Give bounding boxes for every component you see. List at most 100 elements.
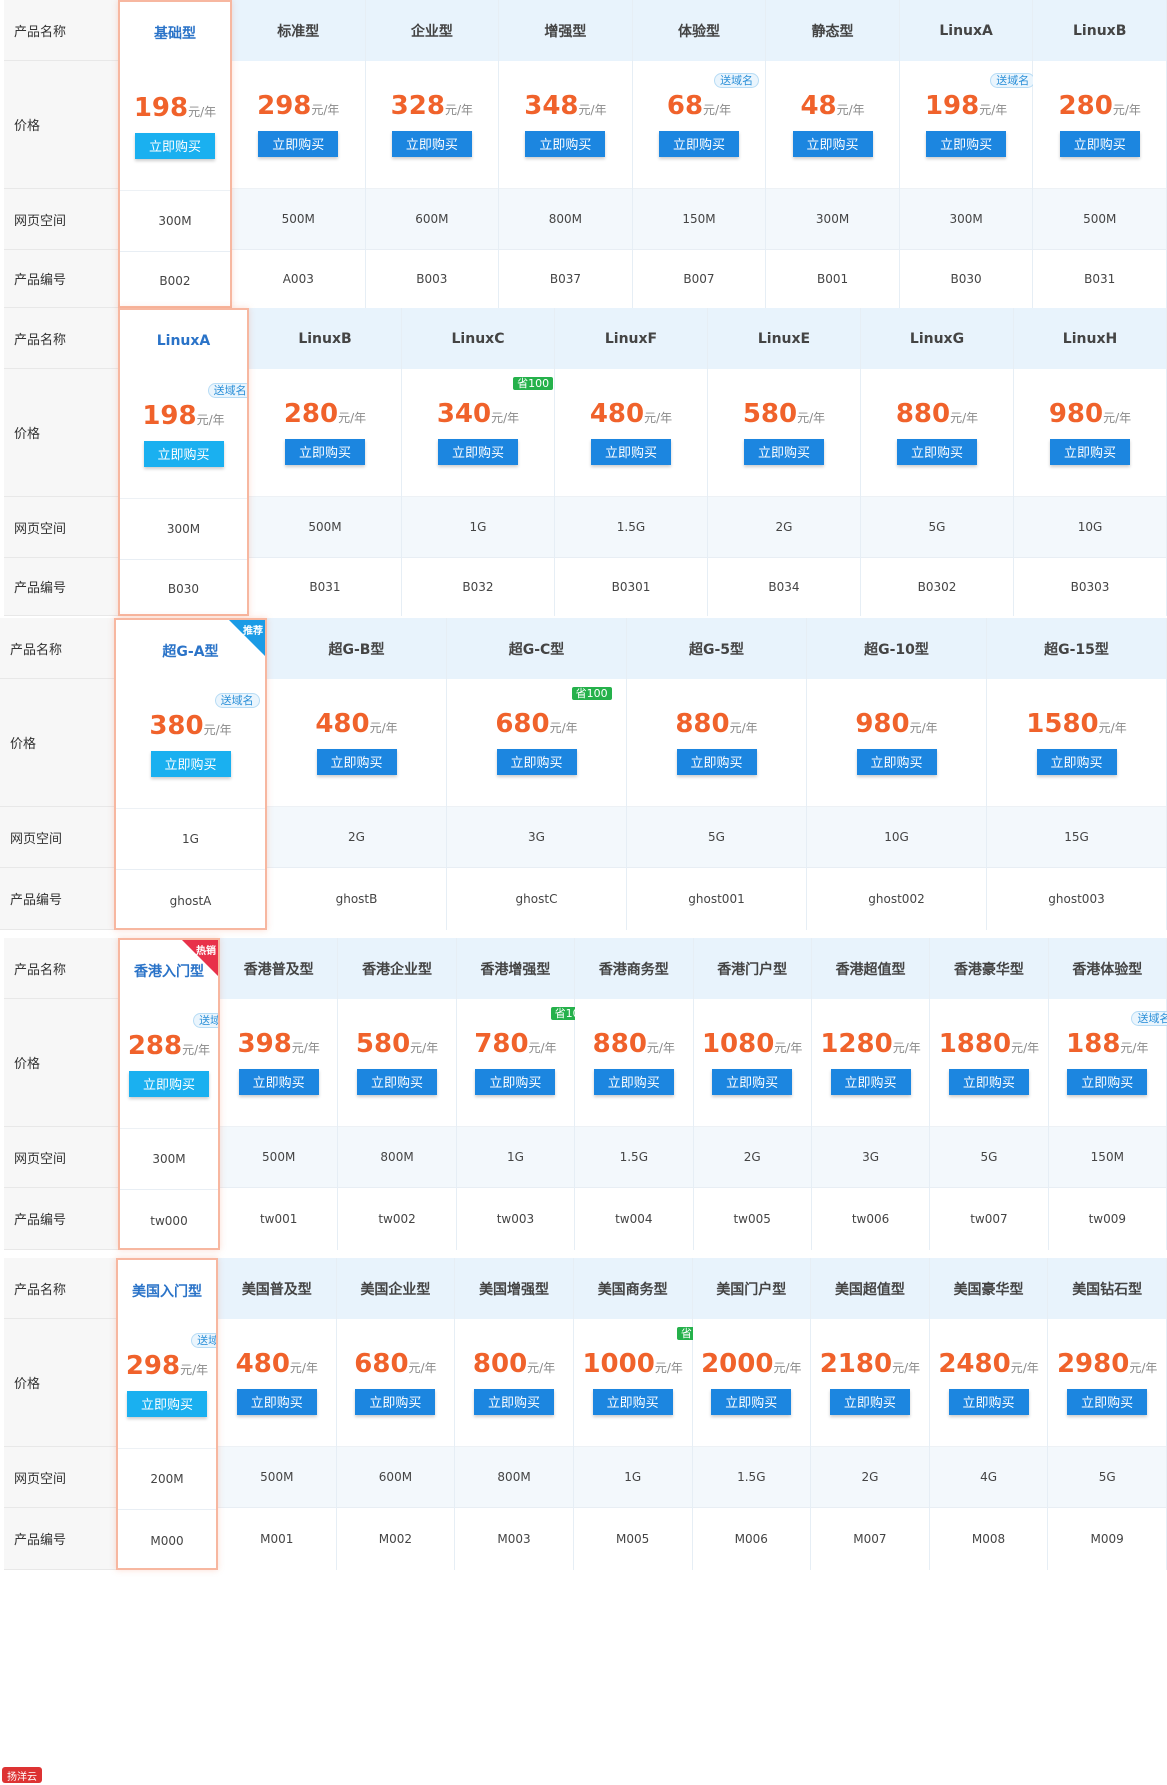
price-unit: 元/年: [338, 410, 367, 425]
price-amount: 880: [592, 1028, 647, 1059]
product-name: 香港企业型: [338, 938, 456, 999]
buy-now-button[interactable]: 立即购买: [127, 1390, 207, 1417]
buy-now-button[interactable]: 立即购买: [135, 132, 215, 159]
web-space-value: 5G: [1048, 1447, 1166, 1508]
buy-now-button[interactable]: 立即购买: [285, 438, 365, 465]
price-unit: 元/年: [527, 1360, 556, 1375]
buy-now-button[interactable]: 立即购买: [829, 1388, 910, 1415]
price-amount: 2980: [1056, 1348, 1130, 1379]
product-name: 超G-B型: [267, 618, 446, 679]
buy-now-button[interactable]: 立即购买: [1036, 748, 1117, 775]
price-value: 880元/年: [593, 1031, 675, 1057]
buy-now-button[interactable]: 立即购买: [258, 130, 339, 157]
price-value: 580元/年: [356, 1031, 438, 1057]
product-name: 企业型: [365, 0, 499, 61]
price-amount: 398: [237, 1028, 292, 1059]
buy-now-button[interactable]: 立即购买: [474, 1388, 555, 1415]
buy-now-button[interactable]: 立即购买: [357, 1068, 438, 1095]
product-column: 香港豪华型 1880元/年 立即购买 5G tw007: [930, 938, 1049, 1250]
buy-now-button[interactable]: 立即购买: [948, 1068, 1029, 1095]
product-code: B0303: [1014, 558, 1166, 616]
product-column: LinuxF 480元/年 立即购买 1.5G B0301: [555, 308, 708, 616]
price-cell: 800元/年 立即购买: [455, 1319, 573, 1447]
price-unit: 元/年: [578, 102, 607, 117]
buy-now-button[interactable]: 立即购买: [948, 1388, 1029, 1415]
price-unit: 元/年: [979, 102, 1008, 117]
buy-now-button[interactable]: 立即购买: [592, 1388, 673, 1415]
buy-now-button[interactable]: 立即购买: [856, 748, 937, 775]
product-name: LinuxG: [861, 308, 1013, 369]
buy-now-button[interactable]: 立即购买: [391, 130, 472, 157]
buy-now-button[interactable]: 立即购买: [525, 130, 606, 157]
price-cell: 198元/年 立即购买: [120, 63, 230, 191]
price-unit: 元/年: [1112, 102, 1141, 117]
buy-now-button[interactable]: 立即购买: [236, 1388, 317, 1415]
buy-now-button[interactable]: 立即购买: [712, 1068, 793, 1095]
buy-now-button[interactable]: 立即购买: [1067, 1068, 1148, 1095]
price-cell: 680元/年 立即购买: [336, 1319, 455, 1447]
price-amount: 1080: [701, 1028, 775, 1059]
buy-now-button[interactable]: 立即购买: [150, 750, 231, 777]
web-space-value: 1G: [573, 1447, 692, 1508]
buy-now-button[interactable]: 立即购买: [475, 1068, 556, 1095]
product-code: A003: [232, 250, 365, 308]
buy-now-button[interactable]: 立即购买: [496, 748, 577, 775]
product-name: 美国超值型: [811, 1258, 929, 1319]
buy-now-button[interactable]: 立即购买: [1050, 438, 1130, 465]
product-name: 香港普及型: [220, 938, 338, 999]
buy-now-button[interactable]: 立即购买: [897, 438, 977, 465]
web-space-value: 500M: [218, 1447, 336, 1508]
web-space-value: 1.5G: [692, 1447, 811, 1508]
product-code: M002: [336, 1508, 455, 1570]
buy-now-button[interactable]: 立即购买: [658, 130, 739, 157]
buy-now-button[interactable]: 立即购买: [676, 748, 757, 775]
price-amount: 980: [855, 708, 910, 739]
buy-now-button[interactable]: 立即购买: [744, 438, 824, 465]
buy-now-button[interactable]: 立即购买: [593, 1068, 674, 1095]
free-domain-badge: 送域名: [193, 1012, 218, 1028]
web-space-value: 500M: [249, 497, 401, 558]
price-value: 480元/年: [590, 401, 672, 427]
buy-now-button[interactable]: 立即购买: [238, 1068, 319, 1095]
price-amount: 980: [1048, 398, 1104, 429]
price-amount: 1280: [820, 1028, 893, 1059]
buy-now-button[interactable]: 立即购买: [711, 1388, 792, 1415]
price-cell: 480元/年 立即购买: [555, 369, 707, 497]
buy-now-button[interactable]: 立即购买: [926, 130, 1007, 157]
product-name: 超G-5型: [627, 618, 806, 679]
price-unit: 元/年: [311, 102, 340, 117]
product-code: B031: [1033, 250, 1166, 308]
buy-now-button[interactable]: 立即购买: [438, 438, 518, 465]
buy-now-button[interactable]: 立即购买: [1059, 130, 1140, 157]
price-value: 2180元/年: [820, 1351, 920, 1377]
web-space-value: 1.5G: [555, 497, 707, 558]
price-value: 680元/年: [354, 1351, 436, 1377]
buy-now-button[interactable]: 立即购买: [129, 1070, 209, 1097]
buy-now-button[interactable]: 立即购买: [792, 130, 873, 157]
price-unit: 元/年: [1010, 1360, 1039, 1375]
web-space-value: 3G: [811, 1127, 930, 1188]
price-unit: 元/年: [491, 410, 520, 425]
corner-ribbon-label: 推荐: [243, 626, 263, 637]
price-unit: 元/年: [188, 104, 217, 119]
buy-now-button[interactable]: 立即购买: [355, 1388, 436, 1415]
price-amount: 2180: [819, 1348, 893, 1379]
web-space-value: 5G: [861, 497, 1013, 558]
product-name: LinuxB: [249, 308, 401, 369]
web-space-value: 300M: [120, 499, 247, 560]
buy-now-button[interactable]: 立即购买: [143, 440, 224, 467]
buy-now-button[interactable]: 立即购买: [591, 438, 671, 465]
price-value: 398元/年: [238, 1031, 320, 1057]
price-unit: 元/年: [909, 720, 938, 735]
price-cell: 880元/年 立即购买: [627, 679, 806, 807]
price-amount: 280: [1058, 90, 1113, 121]
product-code: B034: [708, 558, 860, 616]
featured-product-column: 香港入门型288元/年送域名立即购买300Mtw000热销: [118, 938, 220, 1250]
product-column: 香港企业型 580元/年 立即购买 800M tw002: [338, 938, 457, 1250]
price-value: 298元/年: [257, 93, 339, 119]
buy-now-button[interactable]: 立即购买: [316, 748, 397, 775]
product-code: B003: [365, 250, 499, 308]
buy-now-button[interactable]: 立即购买: [830, 1068, 911, 1095]
buy-now-button[interactable]: 立即购买: [1067, 1388, 1148, 1415]
row-label-column: 产品名称 价格 网页空间 产品编号: [4, 0, 119, 308]
